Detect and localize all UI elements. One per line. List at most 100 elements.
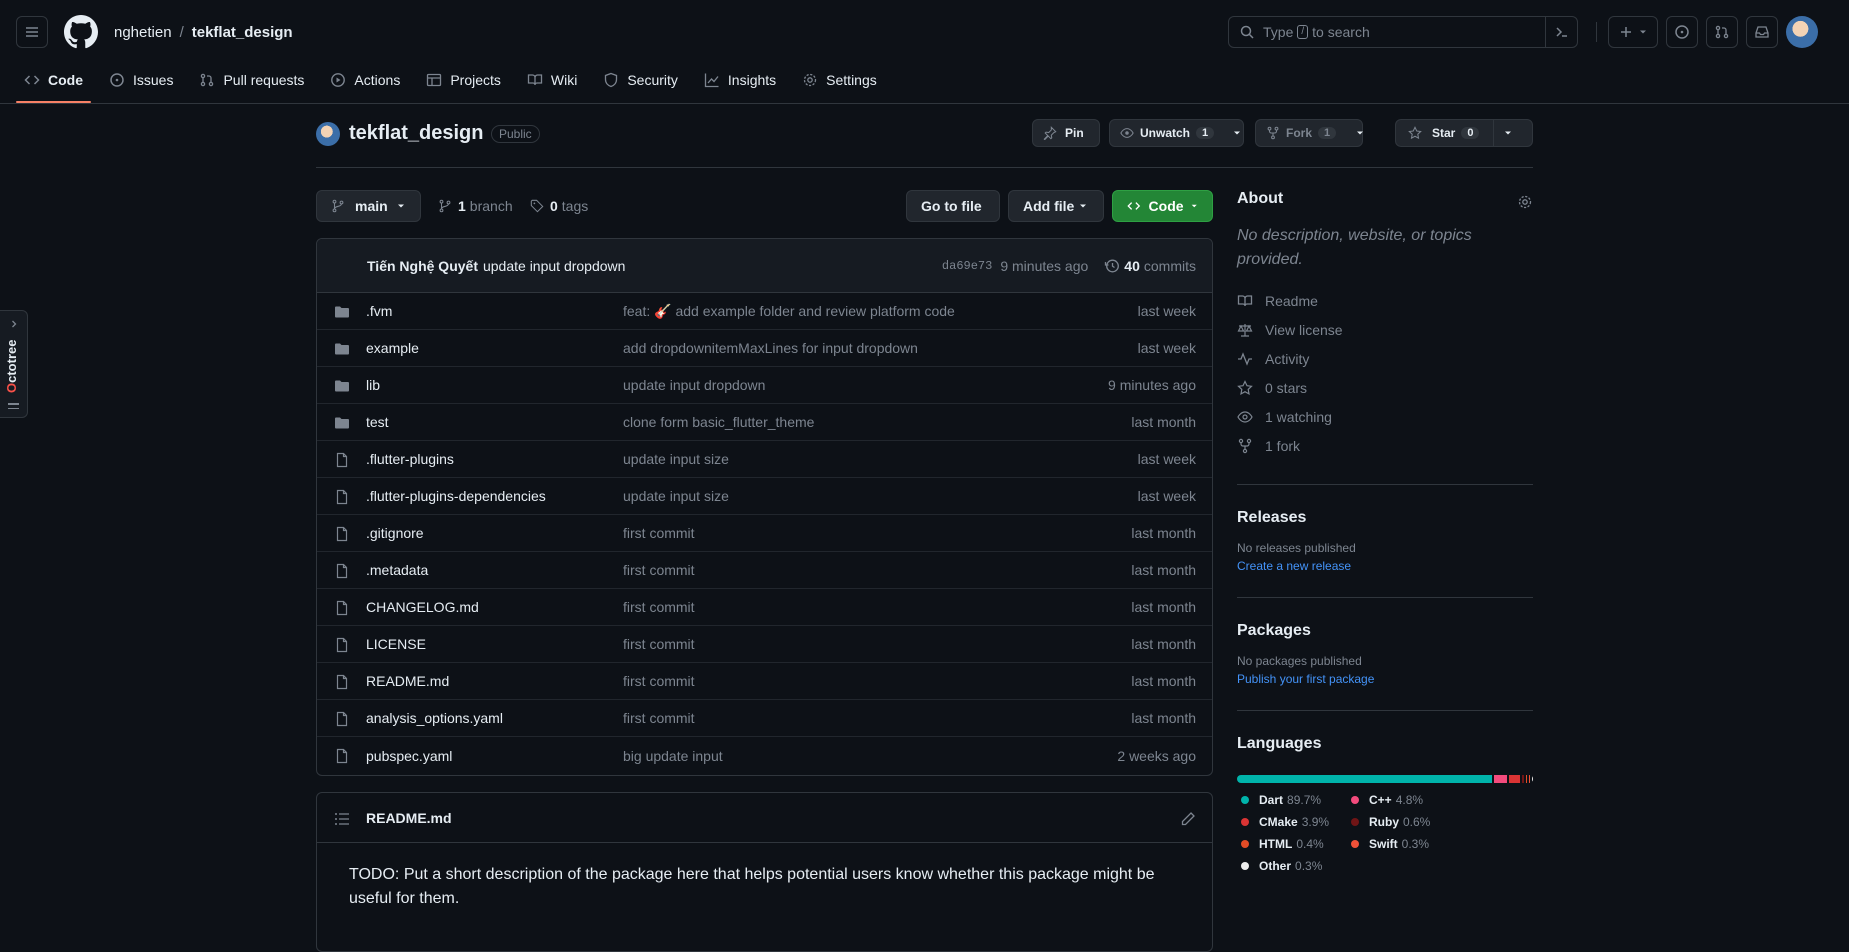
owner-link[interactable]: nghetien [114,24,172,41]
file-commit-message[interactable]: first commit [623,673,695,689]
releases-heading[interactable]: Releases [1237,509,1533,527]
file-row[interactable]: example add dropdownitemMaxLines for inpu… [317,330,1212,367]
tab-pull-requests[interactable]: Pull requests [191,64,312,96]
tab-wiki[interactable]: Wiki [519,64,585,96]
menu-button[interactable] [16,16,48,48]
license-link[interactable]: View license [1237,315,1533,344]
file-commit-message[interactable]: first commit [623,710,695,726]
user-avatar[interactable] [1786,16,1818,48]
file-row[interactable]: .flutter-plugins update input size last we… [317,441,1212,478]
tab-code[interactable]: Code [16,64,91,103]
file-commit-message[interactable]: big update input [623,748,723,764]
create-new-button[interactable] [1608,16,1658,48]
tab-security[interactable]: Security [595,64,686,96]
packages-heading[interactable]: Packages [1237,622,1533,640]
search-input[interactable]: Type / to search [1228,16,1578,48]
file-name[interactable]: README.md [366,673,449,689]
file-name[interactable]: .flutter-plugins [366,451,454,467]
star-button[interactable]: Star 0 [1395,119,1533,147]
gear-icon[interactable] [1517,194,1533,210]
branch-selector[interactable]: main [316,190,421,222]
issues-button[interactable] [1666,16,1698,48]
file-row[interactable]: pubspec.yaml big update input 2 weeks ago [317,737,1212,774]
file-commit-message[interactable]: update input size [623,451,729,467]
pencil-icon[interactable] [1180,811,1196,827]
language-item[interactable]: HTML 0.4% [1241,835,1351,853]
unwatch-button[interactable]: Unwatch 1 [1109,119,1244,147]
fork-dropdown[interactable] [1346,128,1374,138]
repo-title[interactable]: tekflat_design [349,122,483,145]
language-item[interactable]: Other 0.3% [1241,857,1351,875]
file-row[interactable]: test clone form basic_flutter_theme last m… [317,404,1212,441]
file-name[interactable]: .gitignore [366,525,424,541]
tab-insights[interactable]: Insights [696,64,784,96]
activity-link[interactable]: Activity [1237,344,1533,373]
file-row[interactable]: CHANGELOG.md first commit last month [317,589,1212,626]
tab-projects[interactable]: Projects [418,64,509,96]
file-name[interactable]: CHANGELOG.md [366,599,479,615]
pin-button[interactable]: Pin [1032,119,1100,147]
file-row[interactable]: analysis_options.yaml first commit last mo… [317,700,1212,737]
file-name[interactable]: example [366,340,419,356]
star-dropdown[interactable] [1494,128,1522,138]
file-commit-message[interactable]: first commit [623,636,695,652]
file-name[interactable]: analysis_options.yaml [366,710,503,726]
file-commit-message[interactable]: update input dropdown [623,377,765,393]
file-commit-message[interactable]: first commit [623,599,695,615]
github-logo-icon[interactable] [64,15,98,49]
file-row[interactable]: .fvm feat: 🎸 add example folder and revie… [317,293,1212,330]
file-row[interactable]: .metadata first commit last month [317,552,1212,589]
command-palette-button[interactable] [1545,17,1577,47]
tab-issues[interactable]: Issues [101,64,181,96]
file-row[interactable]: README.md first commit last month [317,663,1212,700]
file-commit-message[interactable]: clone form basic_flutter_theme [623,414,814,430]
file-commit-message[interactable]: feat: 🎸 add example folder and review pl… [623,303,955,320]
fork-button[interactable]: Fork 1 [1255,119,1364,147]
tags-link[interactable]: 0 tags [530,190,588,222]
readme-link[interactable]: Readme [1237,286,1533,315]
file-name[interactable]: .flutter-plugins-dependencies [366,488,546,504]
commit-author[interactable]: Tiến Nghệ Quyết [367,258,478,274]
pull-requests-button[interactable] [1706,16,1738,48]
commit-message[interactable]: update input dropdown [483,258,625,274]
branches-link[interactable]: 1 branch [438,190,513,222]
file-commit-message[interactable]: first commit [623,525,695,541]
file-commit-message[interactable]: update input size [623,488,729,504]
file-name[interactable]: .metadata [366,562,428,578]
add-file-button[interactable]: Add file [1008,190,1104,222]
language-item[interactable]: Swift 0.3% [1351,835,1481,853]
unwatch-dropdown[interactable] [1224,128,1250,138]
stars-link[interactable]: 0 stars [1237,373,1533,402]
file-commit-message[interactable]: first commit [623,562,695,578]
file-row[interactable]: LICENSE first commit last month [317,626,1212,663]
readme-title[interactable]: README.md [366,810,452,826]
file-name[interactable]: test [366,414,389,430]
go-to-file-button[interactable]: Go to file [906,190,1000,222]
file-name[interactable]: LICENSE [366,636,426,652]
file-name[interactable]: .fvm [366,303,392,319]
file-row[interactable]: .gitignore first commit last month [317,515,1212,552]
tab-actions[interactable]: Actions [322,64,408,96]
commits-link[interactable]: 40 commits [1104,258,1196,274]
language-item[interactable]: Ruby 0.6% [1351,813,1481,831]
forks-link[interactable]: 1 fork [1237,431,1533,460]
language-item[interactable]: Dart 89.7% [1241,791,1351,809]
file-name[interactable]: lib [366,377,380,393]
code-button[interactable]: Code [1112,190,1213,222]
language-item[interactable]: C++ 4.8% [1351,791,1481,809]
create-release-link[interactable]: Create a new release [1237,559,1533,573]
file-commit-message[interactable]: add dropdownitemMaxLines for input dropd… [623,340,918,356]
tab-settings[interactable]: Settings [794,64,885,96]
list-unordered-icon[interactable] [334,811,350,827]
publish-package-link[interactable]: Publish your first package [1237,672,1533,686]
repo-link[interactable]: tekflat_design [192,24,293,41]
watchers-link[interactable]: 1 watching [1237,402,1533,431]
file-row[interactable]: lib update input dropdown 9 minutes ago [317,367,1212,404]
commit-sha[interactable]: da69e73 [942,259,992,273]
language-item[interactable]: CMake 3.9% [1241,813,1351,831]
file-row[interactable]: .flutter-plugins-dependencies update inpu… [317,478,1212,515]
inbox-button[interactable] [1746,16,1778,48]
file-name[interactable]: pubspec.yaml [366,748,452,764]
octotree-toggle[interactable]: Octotree [0,310,28,418]
owner-avatar[interactable] [316,122,340,146]
